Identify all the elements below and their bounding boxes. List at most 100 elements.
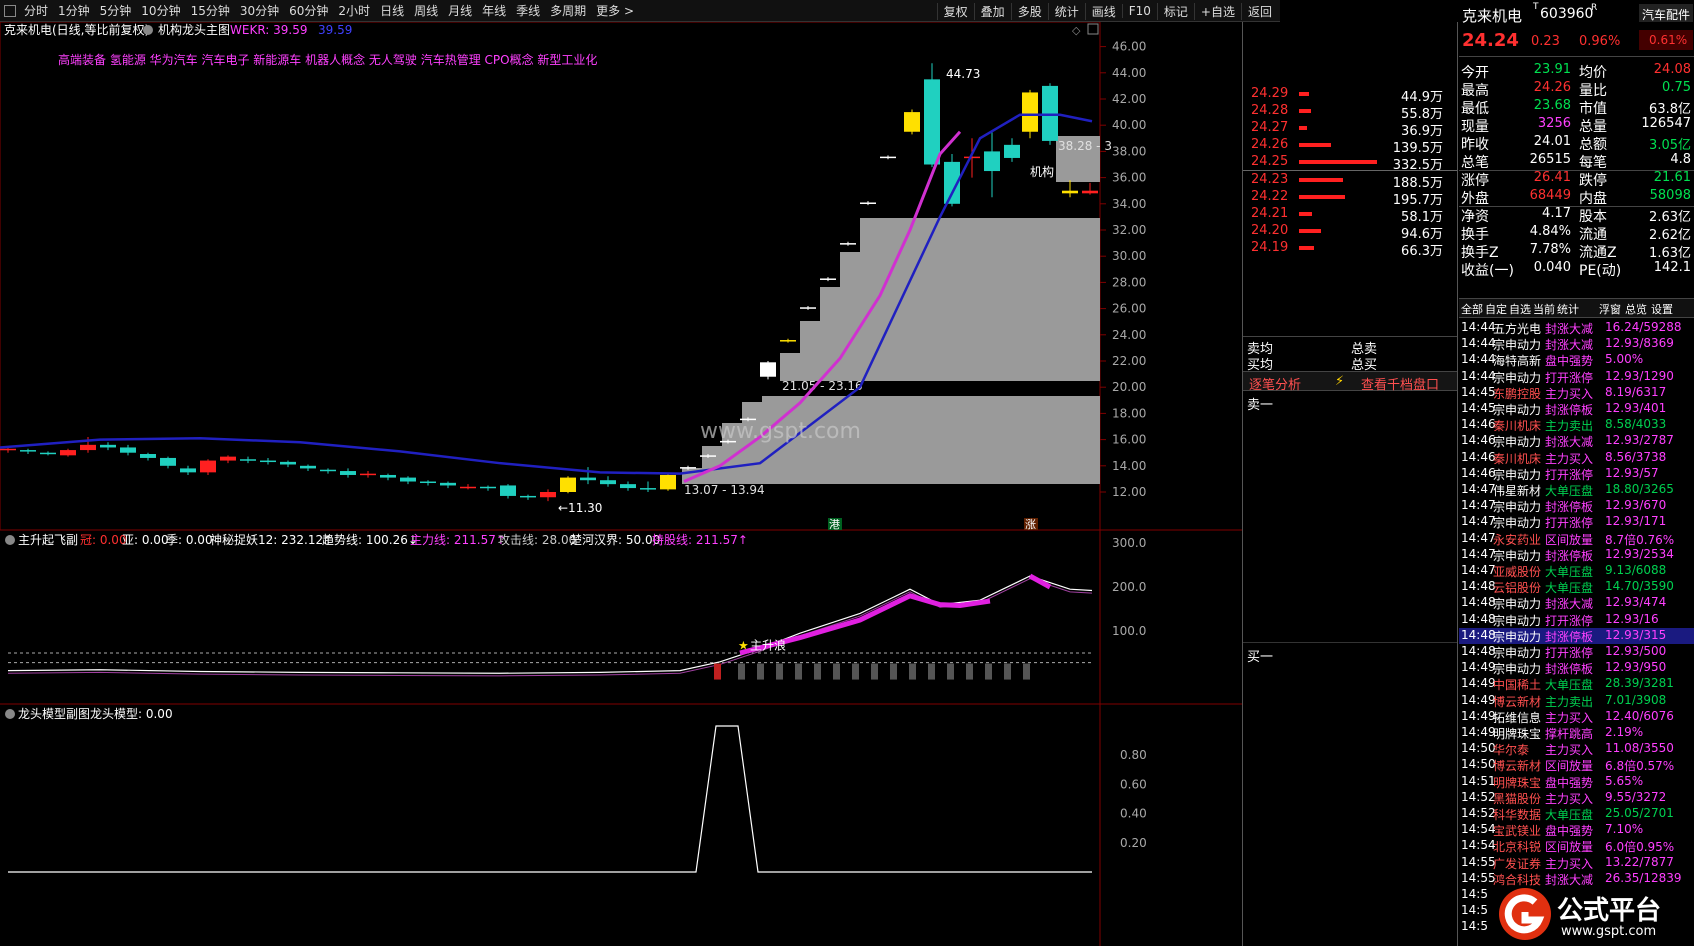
toolbar-actions: 复权 叠加 多股 统计 画线 F10 标记 +自选 返回 xyxy=(936,0,1278,22)
ticker-row[interactable]: 14:44 海特高新 盘中强势 5.00% xyxy=(1459,352,1694,368)
ticker-row[interactable]: 14:54 宝武镁业 盘中强势 7.10% xyxy=(1459,822,1694,838)
stock-code: 603960 xyxy=(1540,6,1594,22)
sub1-toggle-icon[interactable] xyxy=(5,535,15,545)
ticker-row[interactable]: 14:46 秦川机床 主力买入 8.56/3738 xyxy=(1459,450,1694,466)
action-2[interactable]: 多股 xyxy=(1010,2,1048,20)
action-4[interactable]: 画线 xyxy=(1084,2,1122,20)
ticker-row[interactable]: 14:49 宗申动力 封涨停板 12.93/950 xyxy=(1459,660,1694,676)
period-tab-12[interactable]: 季线 xyxy=(511,2,545,19)
ticker-row[interactable]: 14:44 五方光电 封涨大减 16.24/59288 xyxy=(1459,320,1694,336)
analysis-tab[interactable]: 逐笔分析 xyxy=(1249,374,1301,393)
action-1[interactable]: 叠加 xyxy=(973,2,1011,20)
candle-body xyxy=(360,473,376,476)
period-tab-8[interactable]: 日线 xyxy=(375,2,409,19)
ticker-tab-0[interactable]: 全部 xyxy=(1461,301,1483,317)
ticker-time: 14:45 xyxy=(1461,401,1496,415)
ticker-row[interactable]: 14:51 明牌珠宝 盘中强势 5.65% xyxy=(1459,774,1694,790)
indicator-name: 机构龙头主图 xyxy=(158,22,230,37)
window-icon[interactable] xyxy=(4,4,16,17)
period-tab-11[interactable]: 年线 xyxy=(477,2,511,19)
period-tab-13[interactable]: 多周期 xyxy=(545,2,591,19)
ticker-detail: 8.19/6317 xyxy=(1605,384,1667,399)
ticker-row[interactable]: 14:48 宗申动力 打开涨停 12.93/500 xyxy=(1459,644,1694,660)
ticker-row[interactable]: 14:49 拓维信息 主力买入 12.40/6076 xyxy=(1459,709,1694,725)
ticker-row[interactable]: 14:48 宗申动力 封涨大减 12.93/474 xyxy=(1459,595,1694,611)
ticker-row[interactable]: 14:47 永安药业 区间放量 8.7倍0.76% xyxy=(1459,531,1694,547)
price-tick: 32.00 xyxy=(1112,223,1146,237)
ticker-row[interactable]: 14:45 东鹏控股 主力买入 8.19/6317 xyxy=(1459,385,1694,401)
ticker-tab-3[interactable]: 当前 xyxy=(1533,301,1555,317)
action-7[interactable]: +自选 xyxy=(1193,2,1241,20)
ticker-detail: 7.10% xyxy=(1605,822,1644,837)
action-3[interactable]: 统计 xyxy=(1047,2,1085,20)
diamond-icon[interactable]: ◇ xyxy=(1072,24,1081,37)
ticker-row[interactable]: 14:46 宗申动力 打开涨停 12.93/57 xyxy=(1459,466,1694,482)
ticker-row[interactable]: 14:49 中国稀土 大单压盘 28.39/3281 xyxy=(1459,676,1694,692)
ticker-row[interactable]: 14:47 宗申动力 封涨停板 12.93/2534 xyxy=(1459,547,1694,563)
period-tab-7[interactable]: 2小时 xyxy=(333,2,375,19)
hold-bar xyxy=(1004,663,1011,680)
sector-badge[interactable]: 汽车配件 xyxy=(1639,4,1693,22)
candle-body xyxy=(660,474,676,490)
period-tab-1[interactable]: 1分钟 xyxy=(53,2,95,19)
hold-bar xyxy=(890,663,897,680)
ticker-row[interactable]: 14:52 黑猫股份 主力买入 9.55/3272 xyxy=(1459,790,1694,806)
ticker-row[interactable]: 14:47 宗申动力 封涨停板 12.93/670 xyxy=(1459,498,1694,514)
ask-bar xyxy=(1299,92,1309,96)
ticker-tab-5[interactable]: 浮窗 xyxy=(1599,301,1621,317)
period-tab-9[interactable]: 周线 xyxy=(409,2,443,19)
ticker-row[interactable]: 14:49 博云新材 主力卖出 7.01/3908 xyxy=(1459,693,1694,709)
ticker-row[interactable]: 14:54 北京科锐 区间放量 6.0倍0.95% xyxy=(1459,838,1694,854)
ticker-stock: 黑猫股份 xyxy=(1493,791,1542,806)
ticker-row[interactable]: 14:50 华尔泰 主力买入 11.08/3550 xyxy=(1459,741,1694,757)
ticker-detail: 9.13/6088 xyxy=(1605,563,1667,577)
action-6[interactable]: 标记 xyxy=(1156,2,1194,20)
period-tab-3[interactable]: 10分钟 xyxy=(136,2,185,19)
chart-area[interactable]: 46.00 44.00 42.00 40.00 38.00 36.00 34.00 32.00… xyxy=(0,22,1242,946)
ticker-row[interactable]: 14:48 宗申动力 打开涨停 12.93/16 xyxy=(1459,612,1694,628)
ticker-event: 区间放量 xyxy=(1545,532,1594,547)
ticker-tab-7[interactable]: 设置 xyxy=(1651,301,1673,317)
ticker-row[interactable]: 14:55 广发证券 主力买入 13.22/7877 xyxy=(1459,855,1694,871)
ticker-row[interactable]: 14:50 博云新材 区间放量 6.8倍0.57% xyxy=(1459,757,1694,773)
ticker-row[interactable]: 14:45 宗申动力 封涨停板 12.93/401 xyxy=(1459,401,1694,417)
ticker-row[interactable]: 14:48 宗申动力 封涨停板 12.93/315 xyxy=(1459,627,1694,644)
period-tab-6[interactable]: 60分钟 xyxy=(284,2,333,19)
ticker-tab-6[interactable]: 总览 xyxy=(1625,301,1647,317)
window-toggle-icon[interactable] xyxy=(1087,23,1099,35)
ask-bar xyxy=(1299,160,1377,164)
ticker-row[interactable]: 14:44 宗申动力 打开涨停 12.93/1290 xyxy=(1459,369,1694,385)
period-tab-14[interactable]: 更多 > xyxy=(591,2,639,19)
action-8[interactable]: 返回 xyxy=(1240,2,1278,20)
ticker-row[interactable]: 14:49 明牌珠宝 撑杆跳高 2.19% xyxy=(1459,725,1694,741)
ticker-row[interactable]: 14:44 宗申动力 封涨大减 12.93/8369 xyxy=(1459,336,1694,352)
ticker-stock: 广发证券 xyxy=(1493,856,1542,871)
view-depth-tab[interactable]: 查看千档盘口 xyxy=(1361,374,1439,393)
stock-name: 克来机电 xyxy=(1462,7,1523,25)
ticker-tab-1[interactable]: 自定 xyxy=(1485,301,1507,317)
ticker-stock: 明牌珠宝 xyxy=(1493,775,1542,790)
ticker-row[interactable]: 14:47 伟星新材 大单压盘 18.80/3265 xyxy=(1459,482,1694,498)
period-tab-5[interactable]: 30分钟 xyxy=(235,2,284,19)
period-tab-10[interactable]: 月线 xyxy=(443,2,477,19)
ticker-event: 封涨大减 xyxy=(1545,322,1594,336)
ticker-row[interactable]: 14:47 宗申动力 打开涨停 12.93/171 xyxy=(1459,514,1694,530)
period-tab-4[interactable]: 15分钟 xyxy=(186,2,235,19)
sub2-toggle-icon[interactable] xyxy=(5,709,15,719)
ticker-tab-4[interactable]: 统计 xyxy=(1557,301,1579,317)
period-tab-2[interactable]: 5分钟 xyxy=(95,2,137,19)
action-5[interactable]: F10 xyxy=(1121,4,1157,18)
action-0[interactable]: 复权 xyxy=(936,2,974,20)
period-tab-0[interactable]: 分时 xyxy=(19,2,53,19)
field-label: 股本 xyxy=(1579,209,1607,225)
price-box xyxy=(860,218,1100,252)
ticker-row[interactable]: 14:46 秦川机床 主力卖出 8.58/4033 xyxy=(1459,417,1694,433)
ticker-row[interactable]: 14:46 宗申动力 封涨大减 12.93/2787 xyxy=(1459,433,1694,449)
candle-body xyxy=(340,471,356,475)
ticker-row[interactable]: 14:52 科华数据 大单压盘 25.05/2701 xyxy=(1459,806,1694,822)
ticker-event: 主力买入 xyxy=(1545,791,1594,806)
ticker-row[interactable]: 14:48 云铝股份 大单压盘 14.70/3590 xyxy=(1459,579,1694,595)
indicator-toggle-icon[interactable] xyxy=(143,25,153,35)
ticker-row[interactable]: 14:47 亚威股份 大单压盘 9.13/6088 xyxy=(1459,563,1694,579)
ticker-tab-2[interactable]: 自选 xyxy=(1509,301,1531,317)
